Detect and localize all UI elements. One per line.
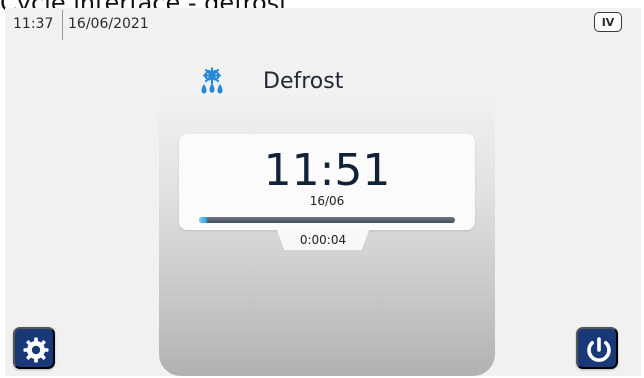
- cycle-end-time: 11:51: [263, 145, 391, 196]
- power-button[interactable]: [576, 327, 618, 369]
- status-time: 11:37: [13, 16, 54, 32]
- elapsed-time: 0:00:04: [299, 233, 347, 247]
- snowflake-icon: [203, 67, 221, 85]
- settings-button[interactable]: [13, 327, 55, 369]
- defrost-icon: [201, 67, 223, 94]
- status-date: 16/06/2021: [68, 16, 149, 32]
- water-drops-icon: [201, 83, 223, 94]
- gear-icon: [23, 337, 49, 363]
- controller-screen: 11:37 16/06/2021 IV Defrost 11:51 16/06 …: [5, 8, 641, 376]
- cycle-progress-fill: [199, 217, 207, 223]
- cycle-title: Defrost: [263, 69, 344, 94]
- cycle-progress-bar: [199, 217, 455, 223]
- power-icon: [587, 337, 611, 362]
- status-bar: 11:37 16/06/2021 IV: [5, 8, 641, 40]
- status-divider: [62, 10, 63, 40]
- level-badge: IV: [594, 12, 622, 32]
- cycle-end-date: 16/06: [309, 194, 345, 208]
